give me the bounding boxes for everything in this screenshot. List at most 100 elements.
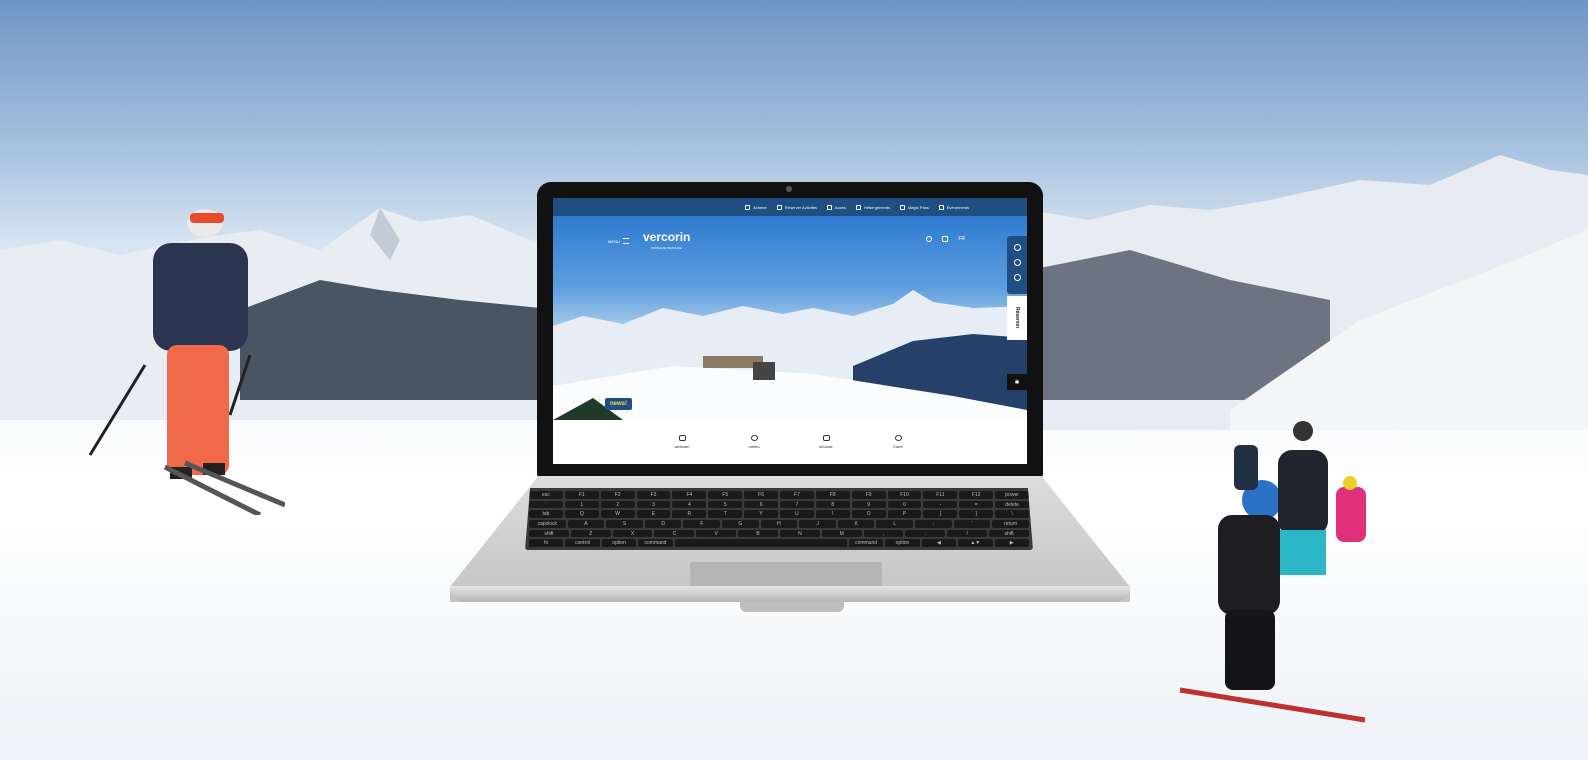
- key[interactable]: delete: [995, 500, 1030, 509]
- topbar-item-magic-pass[interactable]: Magic Pass: [900, 204, 929, 210]
- key[interactable]: command: [848, 539, 884, 548]
- search-icon[interactable]: [926, 236, 933, 242]
- key[interactable]: 7: [780, 500, 814, 509]
- key[interactable]: A: [567, 520, 605, 528]
- key[interactable]: F12: [959, 491, 994, 499]
- key[interactable]: 4: [672, 500, 707, 509]
- key[interactable]: G: [722, 520, 759, 528]
- key[interactable]: F1: [564, 491, 599, 499]
- bottom-item-carte[interactable]: Carte: [886, 435, 910, 449]
- key[interactable]: L: [876, 520, 914, 528]
- key[interactable]: 5: [708, 500, 743, 509]
- key[interactable]: option: [601, 539, 637, 548]
- key[interactable]: esc: [529, 491, 563, 499]
- key[interactable]: power: [995, 491, 1030, 499]
- key[interactable]: C: [654, 529, 695, 538]
- key[interactable]: F3: [636, 491, 671, 499]
- key[interactable]: J: [799, 520, 836, 528]
- key[interactable]: W: [600, 510, 635, 519]
- heart-icon[interactable]: [1013, 259, 1021, 266]
- key[interactable]: 8: [815, 500, 850, 509]
- key[interactable]: ▲▼: [958, 539, 993, 548]
- keyboard-row: fn control option command command option ◀ ▲▼ ▶: [529, 539, 1029, 548]
- bottom-item-infoclair[interactable]: infoclair: [814, 435, 838, 449]
- key[interactable]: F7: [780, 491, 814, 499]
- key[interactable]: shift: [529, 529, 569, 538]
- language-selector[interactable]: FR: [958, 236, 965, 242]
- key[interactable]: M: [821, 529, 862, 538]
- key[interactable]: \: [995, 510, 1030, 519]
- key[interactable]: N: [779, 529, 820, 538]
- key[interactable]: command: [638, 539, 673, 548]
- key[interactable]: S: [606, 520, 643, 528]
- key[interactable]: -: [923, 500, 958, 509]
- key[interactable]: ,: [863, 529, 904, 538]
- key[interactable]: .: [905, 529, 946, 538]
- accessibility-icon[interactable]: ✱: [1007, 374, 1027, 390]
- topbar-item-acces[interactable]: Accès: [826, 204, 846, 210]
- cart-icon[interactable]: [1013, 274, 1021, 281]
- key[interactable]: T: [708, 510, 743, 519]
- key[interactable]: U: [780, 510, 814, 519]
- key[interactable]: capslock: [529, 520, 566, 528]
- key[interactable]: shift: [989, 529, 1029, 538]
- key[interactable]: ;: [915, 520, 952, 528]
- key[interactable]: F: [683, 520, 721, 528]
- key[interactable]: I: [815, 510, 850, 519]
- key[interactable]: F2: [600, 491, 635, 499]
- key[interactable]: [: [923, 510, 958, 519]
- key[interactable]: X: [612, 529, 653, 538]
- key[interactable]: option: [885, 539, 920, 548]
- key[interactable]: [674, 539, 847, 548]
- share-icon[interactable]: [942, 236, 949, 242]
- menu-button[interactable]: MENU: [608, 238, 629, 244]
- key[interactable]: F8: [815, 491, 850, 499]
- key[interactable]: 1: [564, 500, 599, 509]
- key[interactable]: =: [959, 500, 994, 509]
- key[interactable]: control: [565, 539, 600, 548]
- bottom-item-webcam[interactable]: webcam: [670, 435, 694, 449]
- key[interactable]: 3: [636, 500, 671, 509]
- key[interactable]: F6: [744, 491, 779, 499]
- key[interactable]: E: [636, 510, 671, 519]
- key[interactable]: 0: [887, 500, 922, 509]
- key[interactable]: fn: [529, 539, 564, 548]
- topbar-item-reserver[interactable]: Réserver Activités: [776, 204, 817, 210]
- key[interactable]: /: [947, 529, 988, 538]
- key[interactable]: 6: [744, 500, 779, 509]
- key[interactable]: ▶: [994, 539, 1029, 548]
- key[interactable]: K: [837, 520, 875, 528]
- key[interactable]: F5: [708, 491, 743, 499]
- key[interactable]: P: [887, 510, 922, 519]
- trackpad[interactable]: [690, 562, 882, 586]
- key[interactable]: F9: [851, 491, 886, 499]
- brand-logo[interactable]: vercorin: [643, 230, 690, 244]
- key[interactable]: F4: [672, 491, 707, 499]
- key[interactable]: V: [696, 529, 737, 538]
- key[interactable]: F11: [923, 491, 958, 499]
- news-badge[interactable]: news!: [605, 398, 633, 410]
- key[interactable]: 9: [851, 500, 886, 509]
- key[interactable]: ]: [959, 510, 994, 519]
- key[interactable]: O: [851, 510, 886, 519]
- bottom-item-meteo[interactable]: météo: [742, 435, 766, 449]
- key[interactable]: F10: [887, 491, 922, 499]
- key[interactable]: tab: [529, 510, 563, 519]
- key[interactable]: Z: [570, 529, 611, 538]
- reserve-button[interactable]: Réserver: [1007, 296, 1027, 340]
- key[interactable]: 2: [600, 500, 635, 509]
- topbar-item-hebergements[interactable]: Hébergements: [855, 204, 890, 210]
- key[interactable]: ◀: [921, 539, 957, 548]
- key[interactable]: B: [738, 529, 778, 538]
- topbar-item-evenements[interactable]: Événements: [938, 204, 969, 210]
- key[interactable]: H: [760, 520, 798, 528]
- key[interactable]: Y: [744, 510, 779, 519]
- key[interactable]: R: [672, 510, 707, 519]
- key[interactable]: `: [529, 500, 563, 509]
- user-icon[interactable]: [1013, 244, 1021, 251]
- topbar-item-acheter[interactable]: Acheter: [745, 204, 767, 210]
- key[interactable]: D: [644, 520, 682, 528]
- key[interactable]: Q: [564, 510, 599, 519]
- key[interactable]: ': [953, 520, 991, 528]
- key[interactable]: return: [992, 520, 1029, 528]
